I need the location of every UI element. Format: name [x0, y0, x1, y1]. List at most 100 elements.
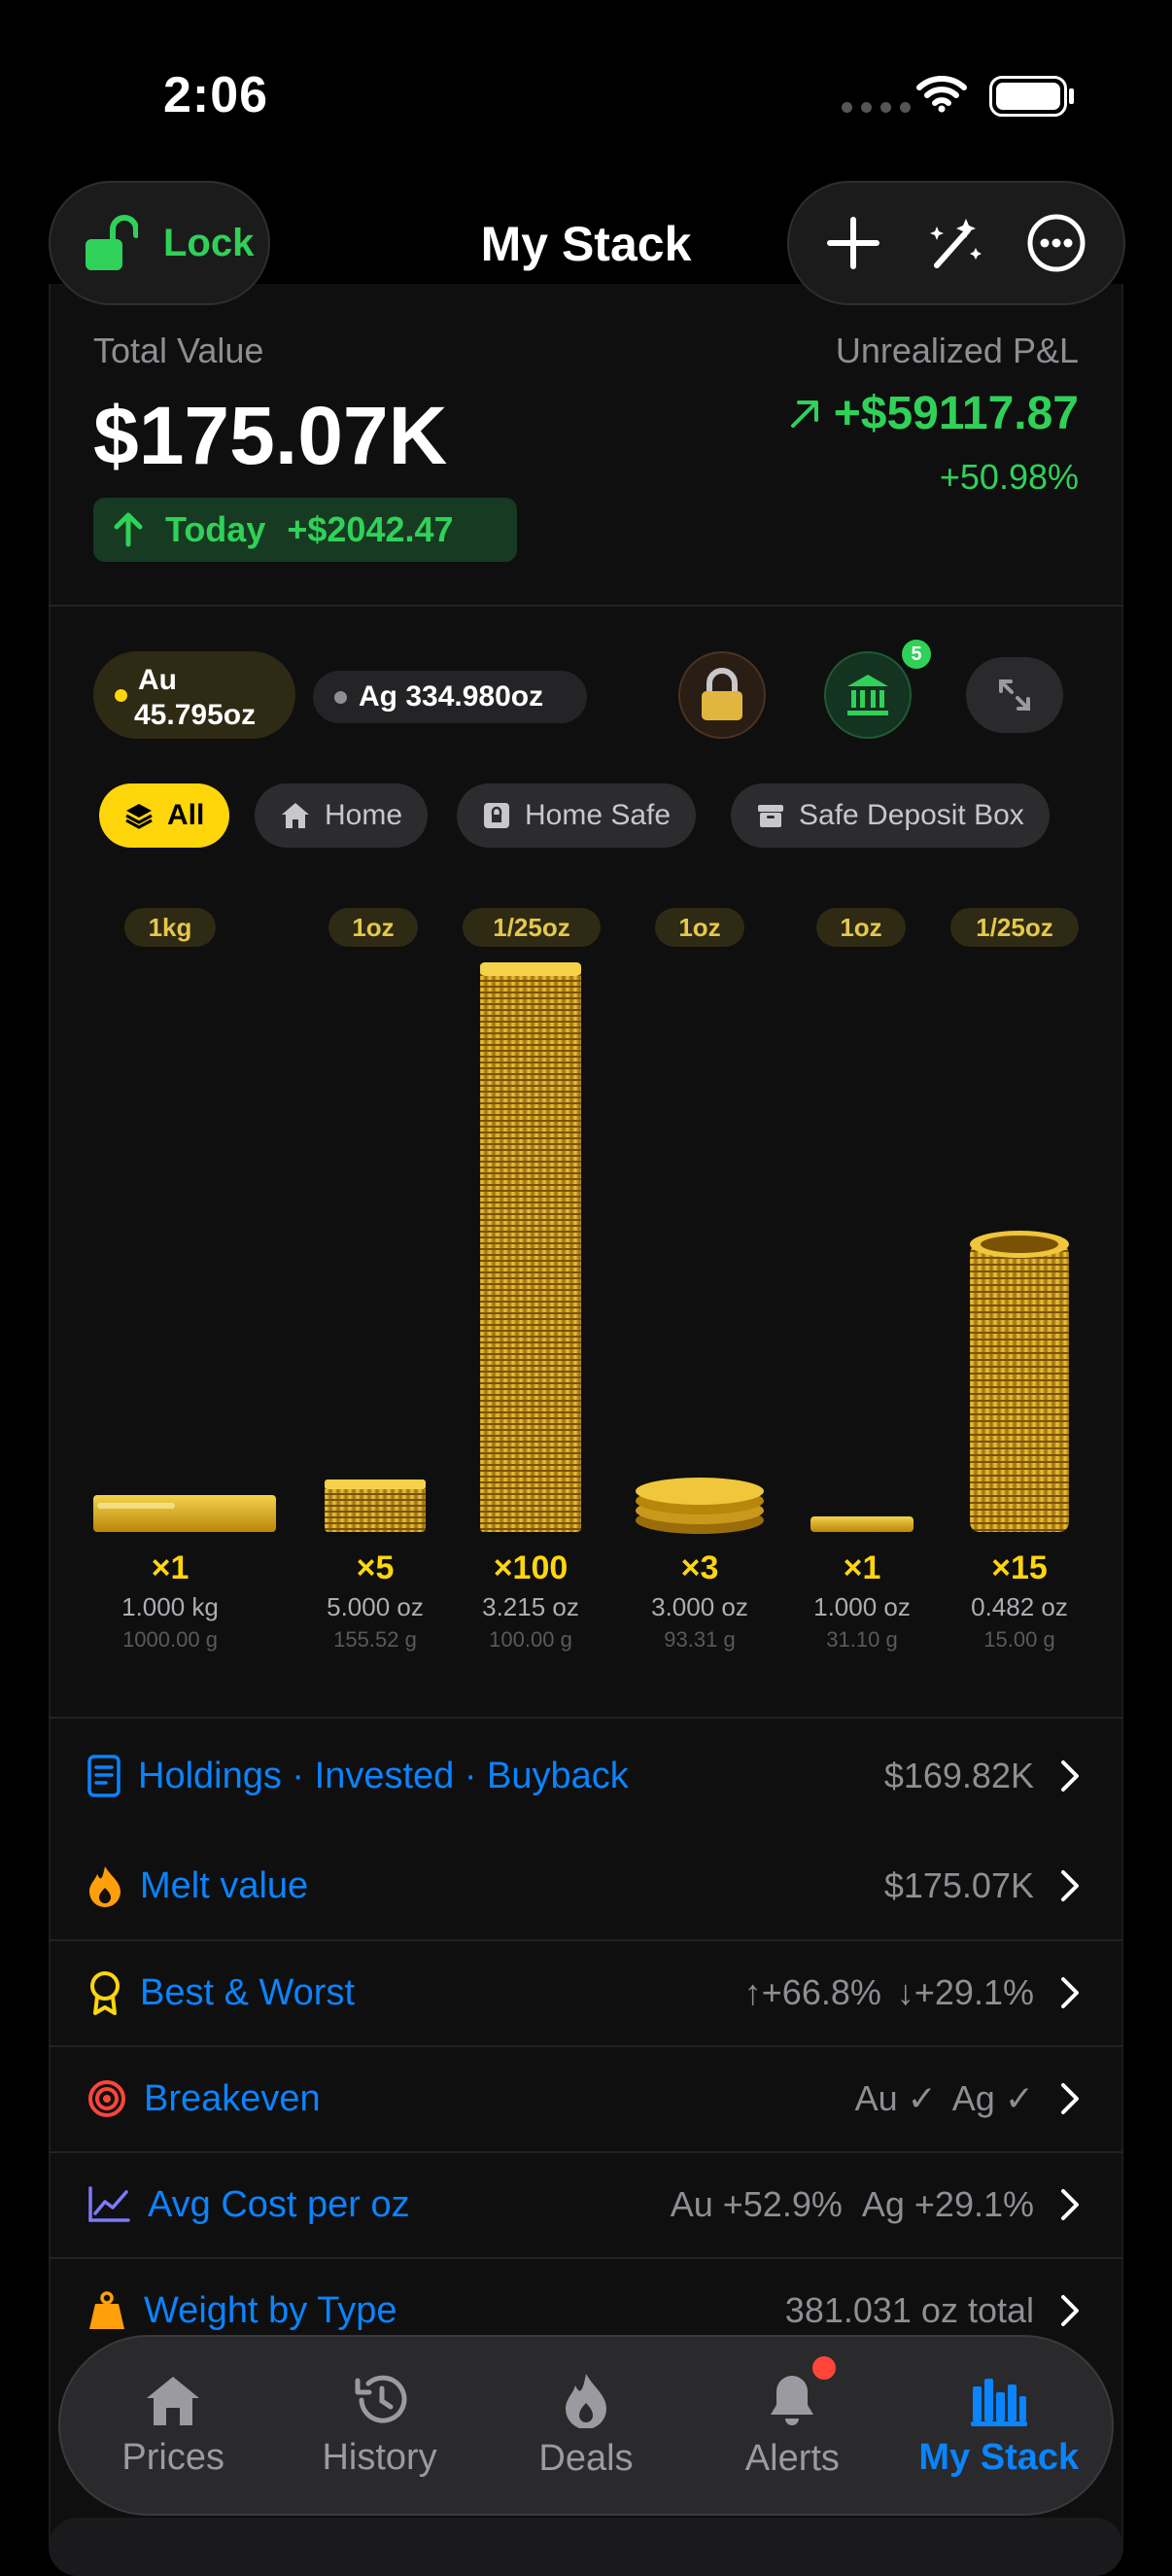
- alerts-notification-dot: [812, 2356, 836, 2380]
- add-icon[interactable]: [826, 216, 880, 270]
- stack-count: ×15: [991, 1549, 1048, 1586]
- padlock-icon: [702, 668, 742, 720]
- flame-icon: [89, 1866, 121, 1907]
- unrealized-pl-value-wrap: +$59117.87: [789, 387, 1079, 440]
- unrealized-pl-label: Unrealized P&L: [835, 331, 1079, 370]
- stack-size-label: 1oz: [328, 908, 418, 947]
- stack-weight: 0.482 oz: [971, 1592, 1068, 1621]
- filter-home-label: Home: [325, 799, 403, 831]
- breakeven-silver: Ag ✓: [951, 2078, 1034, 2118]
- filter-safe-deposit-box-label: Safe Deposit Box: [799, 799, 1024, 831]
- chevron-right-icon: [1061, 2295, 1079, 2326]
- row-holdings[interactable]: Holdings · Invested · Buyback $169.82K: [49, 1723, 1123, 1828]
- stack-visual: [93, 962, 1069, 1534]
- tab-history-label: History: [322, 2436, 437, 2478]
- tab-my-stack-label: My Stack: [918, 2436, 1080, 2478]
- row-avg-cost-label: Avg Cost per oz: [148, 2183, 410, 2225]
- battery-tip: [1069, 88, 1074, 104]
- row-best-worst[interactable]: Best & Worst ↑+66.8% ↓+29.1%: [49, 1940, 1123, 2045]
- gold-dot: [115, 689, 127, 702]
- stack-count: ×1: [151, 1549, 190, 1586]
- row-breakeven-label: Breakeven: [144, 2077, 321, 2119]
- tab-alerts[interactable]: Alerts: [695, 2372, 889, 2480]
- row-melt-value[interactable]: Melt value $175.07K: [49, 1833, 1123, 1938]
- row-best-worst-label: Best & Worst: [140, 1971, 356, 2013]
- row-weight-value: 381.031 oz total: [784, 2290, 1034, 2330]
- stack-grams: 15.00 g: [983, 1627, 1055, 1652]
- cellular-signal-icon: [842, 102, 911, 113]
- wifi-icon: [916, 76, 967, 113]
- filter-all[interactable]: All: [99, 783, 230, 848]
- tab-deals[interactable]: Deals: [489, 2372, 683, 2480]
- battery-icon: [989, 76, 1067, 117]
- magic-wand-icon[interactable]: [923, 213, 983, 273]
- total-value: $175.07K: [93, 390, 448, 481]
- row-holdings-label: Holdings · Invested · Buyback: [138, 1755, 629, 1796]
- row-melt-value-text: $175.07K: [883, 1865, 1034, 1905]
- line-chart-icon: [88, 2186, 130, 2222]
- stack-size-label: 1oz: [655, 908, 744, 947]
- chevron-right-icon: [1061, 1760, 1079, 1792]
- bank-button[interactable]: [824, 651, 912, 739]
- today-change-chip: Today +$2042.47: [93, 498, 517, 562]
- best-performance: ↑+66.8%: [743, 1972, 881, 2012]
- tab-prices-label: Prices: [121, 2436, 224, 2478]
- chevron-right-icon: [1061, 2083, 1079, 2114]
- row-melt-label: Melt value: [140, 1864, 309, 1906]
- more-options-icon[interactable]: [1026, 213, 1086, 273]
- chevron-right-icon: [1061, 1870, 1079, 1901]
- stack-weight: 1.000 kg: [121, 1592, 219, 1621]
- arrow-up-icon: [114, 512, 143, 547]
- breakeven-gold: Au ✓: [854, 2078, 937, 2118]
- divider: [49, 605, 1123, 607]
- unrealized-pl-value: +$59117.87: [833, 388, 1079, 439]
- award-ribbon-icon: [90, 1971, 120, 2015]
- filter-home[interactable]: Home: [255, 783, 429, 848]
- avg-cost-silver: Ag +29.1%: [861, 2184, 1034, 2224]
- stack-chart-icon: [970, 2378, 1027, 2426]
- tab-deals-label: Deals: [538, 2437, 634, 2479]
- next-card-peek: [49, 2518, 1123, 2576]
- bank-count-badge: 5: [902, 640, 931, 669]
- filter-home-safe[interactable]: Home Safe: [457, 783, 697, 848]
- worst-performance: ↓+29.1%: [896, 1972, 1034, 2012]
- gold-amount: 45.795oz: [134, 699, 257, 731]
- row-holdings-value: $169.82K: [883, 1756, 1034, 1795]
- gold-bar-1kg: [93, 1495, 276, 1532]
- stack-grams: 100.00 g: [489, 1627, 572, 1652]
- vault-lock-button[interactable]: [678, 651, 766, 739]
- house-icon: [282, 803, 309, 828]
- flame-icon: [565, 2373, 606, 2428]
- tab-my-stack[interactable]: My Stack: [902, 2373, 1096, 2479]
- stack-grams: 1000.00 g: [122, 1627, 218, 1652]
- tab-prices[interactable]: Prices: [76, 2373, 270, 2479]
- house-icon: [147, 2376, 200, 2425]
- weight-icon: [89, 2291, 124, 2329]
- row-avg-cost[interactable]: Avg Cost per oz Au +52.9% Ag +29.1%: [49, 2152, 1123, 2257]
- tab-bar: Prices History Deals Alerts My Stack: [58, 2335, 1114, 2516]
- expand-icon: [999, 679, 1030, 711]
- chevron-right-icon: [1061, 1977, 1079, 2008]
- tab-history[interactable]: History: [283, 2373, 477, 2479]
- filter-all-label: All: [167, 799, 205, 831]
- gold-coin-column-1-25oz: [480, 962, 581, 1532]
- bank-icon: [847, 675, 888, 715]
- target-icon: [88, 2080, 125, 2117]
- chevron-right-icon: [1061, 2189, 1079, 2220]
- today-change-value: +$2042.47: [287, 509, 454, 549]
- stack-size-label: 1/25oz: [950, 908, 1079, 947]
- gold-bar-single-1oz: [810, 1516, 913, 1532]
- unrealized-pl-percent: +50.98%: [939, 457, 1079, 497]
- avg-cost-gold: Au +52.9%: [670, 2184, 843, 2224]
- silver-amount: Ag 334.980oz: [359, 680, 544, 713]
- row-breakeven[interactable]: Breakeven Au ✓ Ag ✓: [49, 2046, 1123, 2151]
- gold-coin-stack-1oz: [636, 1478, 764, 1534]
- gold-symbol: Au: [138, 664, 177, 696]
- bell-icon: [771, 2375, 814, 2425]
- toolbar-actions: [787, 181, 1125, 305]
- filter-safe-deposit-box[interactable]: Safe Deposit Box: [731, 783, 1050, 848]
- silver-filter-chip[interactable]: Ag 334.980oz: [313, 671, 587, 723]
- today-label: Today: [165, 509, 266, 549]
- expand-button[interactable]: [966, 657, 1063, 733]
- status-time: 2:06: [163, 67, 269, 123]
